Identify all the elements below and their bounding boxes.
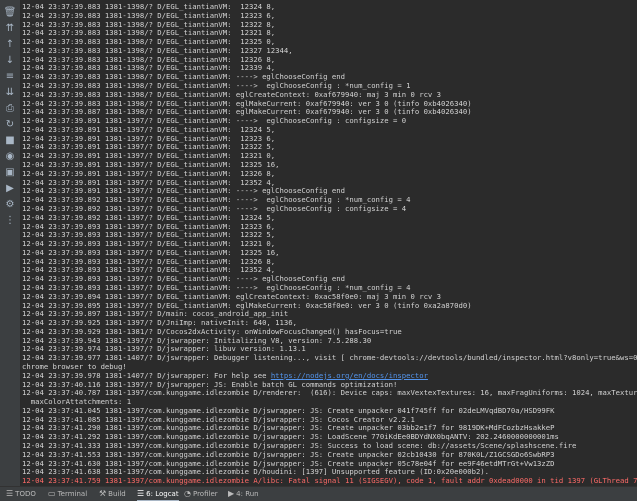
run-icon: ▶ — [228, 489, 235, 498]
tab-label: 4: Run — [236, 490, 259, 498]
tab-build[interactable]: ⚒ Build — [99, 488, 126, 500]
tab-profiler[interactable]: ◔ Profiler — [184, 488, 218, 500]
soft-wrap-icon[interactable]: ≡ — [2, 70, 18, 84]
settings-icon[interactable]: ⚙ — [2, 198, 18, 212]
tab-label: Profiler — [192, 490, 218, 498]
tab-terminal[interactable]: ▭ Terminal — [48, 488, 87, 500]
restart-icon[interactable]: ↻ — [2, 118, 18, 132]
tab-todo[interactable]: ☰ TODO — [6, 488, 36, 500]
todo-icon: ☰ — [6, 489, 14, 498]
logcat-toolbar: 🗑 ⇈ ↑ ↓ ≡ ⇊ ⎙ ↻ ■ ◉ ▣ ▶ ⚙ ⋮ — [0, 0, 21, 486]
log-line: 12-04 23:37:41.759 1381-1397/com.kunggam… — [22, 475, 637, 486]
print-icon[interactable]: ⎙ — [2, 102, 18, 116]
tab-label: Build — [108, 490, 126, 498]
scroll-down-icon[interactable]: ↓ — [2, 54, 18, 68]
tab-label: TODO — [15, 490, 36, 498]
tab-logcat[interactable]: ☰ 6: Logcat — [137, 488, 179, 501]
tab-label: Terminal — [57, 490, 88, 498]
up-icon[interactable]: ▶ — [2, 182, 18, 196]
scroll-to-top-icon[interactable]: ⇈ — [2, 22, 18, 36]
profiler-icon: ◔ — [184, 489, 191, 498]
clear-logcat-icon[interactable]: 🗑 — [2, 6, 18, 20]
logcat-output[interactable]: 12-04 23:37:39.883 1381-1398/? D/EGL_tia… — [22, 1, 637, 486]
screenshot-icon[interactable]: ◉ — [2, 150, 18, 164]
logcat-icon: ☰ — [137, 489, 145, 498]
tab-run[interactable]: ▶ 4: Run — [228, 488, 259, 500]
scroll-up-icon[interactable]: ↑ — [2, 38, 18, 52]
log-line-text: 12-04 23:37:41.759 1381-1397/com.kunggam… — [22, 476, 637, 486]
scroll-to-end-icon[interactable]: ⇊ — [2, 86, 18, 100]
more-icon[interactable]: ⋮ — [2, 214, 18, 228]
bottom-tool-window-bar: ☰ TODO ▭ Terminal ⚒ Build ☰ 6: Logcat ◔ Profiler ▶… — [0, 486, 637, 501]
build-icon: ⚒ — [99, 489, 107, 498]
screen-record-icon[interactable]: ▣ — [2, 166, 18, 180]
terminal-icon: ▭ — [48, 489, 56, 498]
tab-label: 6: Logcat — [146, 490, 179, 498]
stop-icon[interactable]: ■ — [2, 134, 18, 148]
